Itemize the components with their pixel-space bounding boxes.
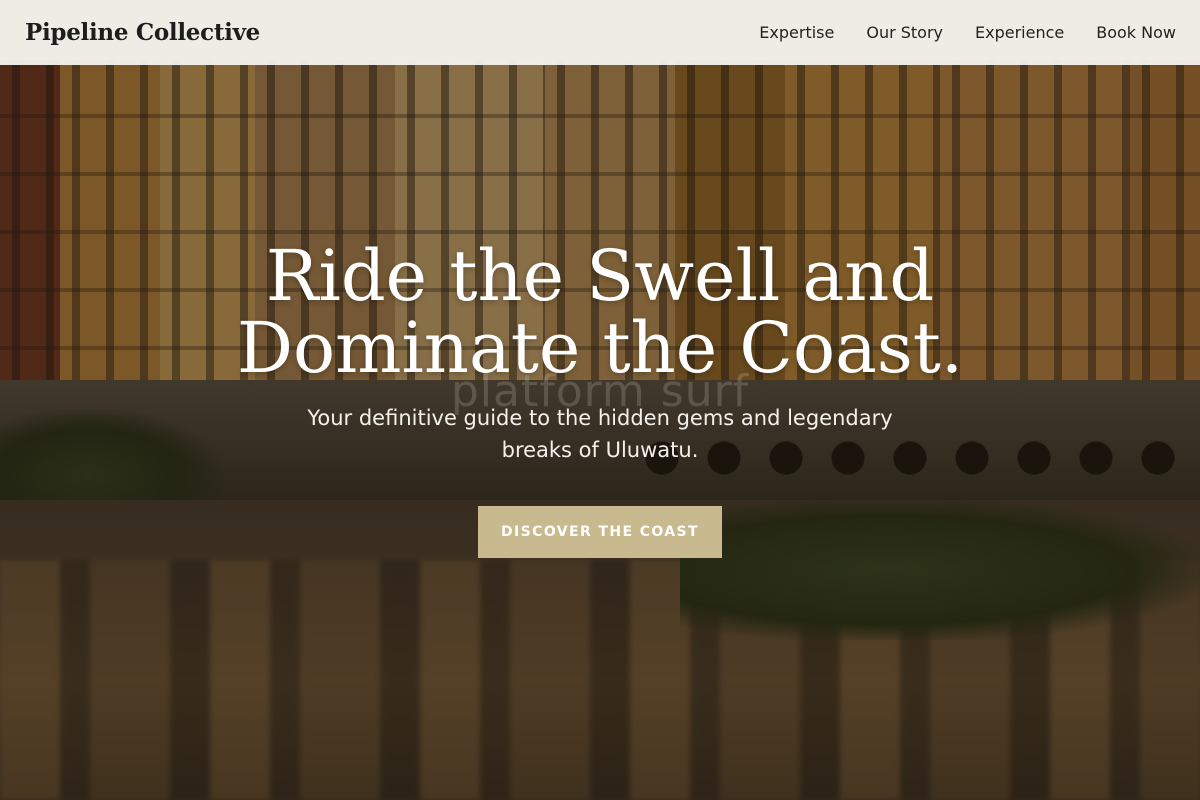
hero-headline-line1: Ride the Swell and	[265, 235, 935, 317]
hero-headline-line2: Dominate the Coast.	[236, 307, 964, 389]
hero-section: platform surf Ride the Swell and Dominat…	[0, 0, 1200, 800]
hero-subheadline: Your definitive guide to the hidden gems…	[307, 406, 893, 462]
hero-headline: Ride the Swell and Dominate the Coast.	[150, 240, 1050, 384]
discover-coast-button[interactable]: DISCOVER THE COAST	[478, 506, 722, 558]
